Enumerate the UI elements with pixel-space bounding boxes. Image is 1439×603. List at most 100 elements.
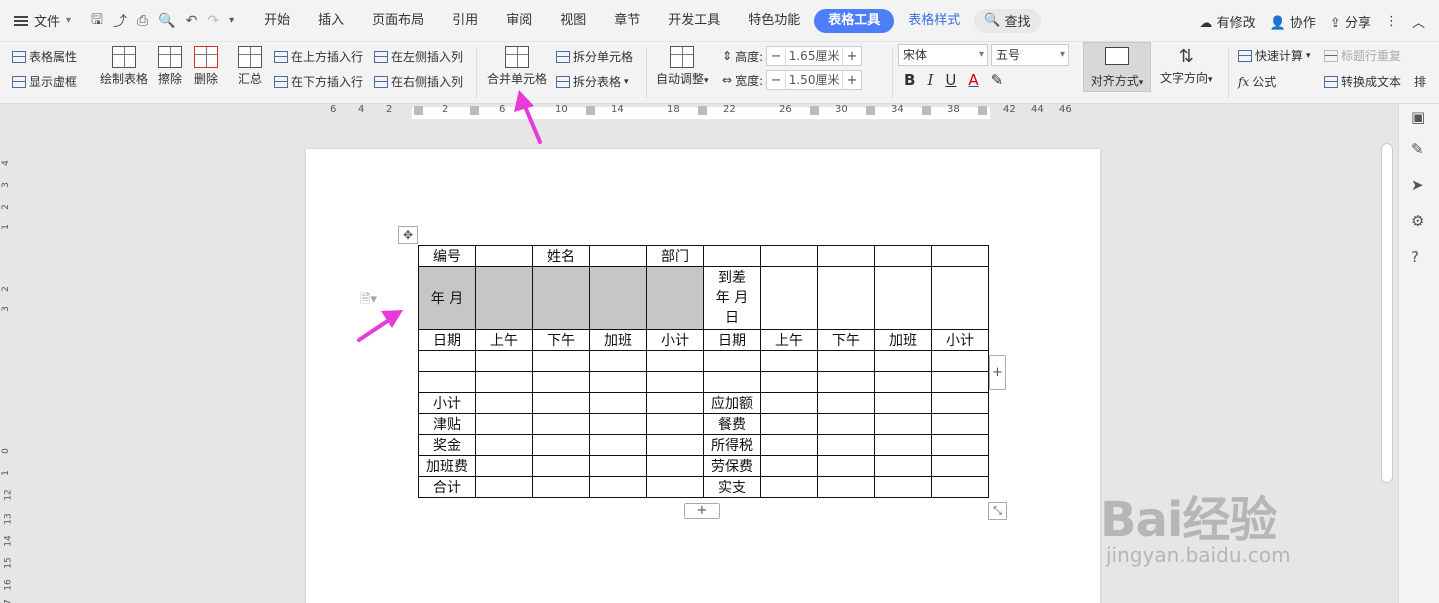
share-doc-icon[interactable]: ⤴ bbox=[113, 11, 127, 31]
table-cell[interactable] bbox=[760, 434, 818, 456]
italic-icon[interactable]: I bbox=[927, 71, 933, 89]
table-cell[interactable] bbox=[532, 266, 590, 330]
table-cell[interactable] bbox=[931, 455, 989, 477]
undo-icon[interactable]: ↶ bbox=[186, 13, 198, 29]
insert-row-above-button[interactable]: 在上方插入行 bbox=[274, 48, 363, 65]
ruler-column-marker[interactable] bbox=[698, 106, 707, 115]
table-cell[interactable] bbox=[646, 434, 704, 456]
table-cell[interactable]: 姓名 bbox=[532, 245, 590, 267]
table-cell[interactable]: 小计 bbox=[646, 329, 704, 351]
insert-row-below-button[interactable]: 在下方插入行 bbox=[274, 73, 363, 90]
table-cell[interactable] bbox=[874, 392, 932, 414]
table-cell[interactable] bbox=[874, 413, 932, 435]
delete-button[interactable]: 删除 bbox=[194, 46, 218, 87]
bold-icon[interactable]: B bbox=[904, 71, 915, 89]
plus-icon[interactable]: + bbox=[843, 73, 861, 88]
quick-calc-button[interactable]: 快速计算 ▾ bbox=[1238, 47, 1311, 64]
tab-table-style[interactable]: 表格样式 bbox=[894, 9, 974, 33]
table-cell[interactable] bbox=[817, 350, 875, 372]
tab-review[interactable]: 审阅 bbox=[492, 9, 546, 33]
table-cell[interactable] bbox=[646, 455, 704, 477]
insert-col-left-button[interactable]: 在左侧插入列 bbox=[374, 48, 463, 65]
show-gridlines-button[interactable]: 显示虚框 bbox=[12, 73, 77, 90]
salary-table[interactable]: 编号 姓名 部门年 月到差 年 月 日日期 上午 下午 加班 小计 日期 上午 下午 加班 小计 小计应… bbox=[418, 245, 989, 498]
collapse-ribbon-icon[interactable]: ︿ bbox=[1412, 12, 1425, 31]
font-size-select[interactable]: 五号 bbox=[991, 44, 1069, 66]
table-cell[interactable] bbox=[589, 371, 647, 393]
file-menu[interactable]: 文件 ▾ bbox=[0, 11, 81, 30]
table-cell[interactable] bbox=[817, 476, 875, 498]
table-cell[interactable] bbox=[532, 371, 590, 393]
text-direction-button[interactable]: ⇅ 文字方向▾ bbox=[1160, 46, 1213, 86]
tab-page-layout[interactable]: 页面布局 bbox=[358, 9, 438, 33]
table-cell[interactable] bbox=[931, 476, 989, 498]
modified-button[interactable]: ☁ 有修改 bbox=[1199, 12, 1255, 31]
ruler-column-marker[interactable] bbox=[470, 106, 479, 115]
table-cell[interactable] bbox=[931, 413, 989, 435]
page-icon[interactable]: ▣ bbox=[1411, 108, 1425, 126]
table-cell[interactable] bbox=[646, 413, 704, 435]
split-cells-button[interactable]: 拆分单元格 bbox=[556, 48, 633, 65]
table-cell[interactable]: 应加额 bbox=[703, 392, 761, 414]
table-cell[interactable] bbox=[817, 413, 875, 435]
table-cell[interactable]: 劳保费 bbox=[703, 455, 761, 477]
table-cell[interactable]: 加班 bbox=[589, 329, 647, 351]
table-cell[interactable]: 部门 bbox=[646, 245, 704, 267]
align-button[interactable]: 对齐方式▾ bbox=[1083, 42, 1151, 92]
cursor-icon[interactable]: ➤ bbox=[1411, 176, 1424, 194]
table-cell[interactable]: 实支 bbox=[703, 476, 761, 498]
tab-table-tools[interactable]: 表格工具 bbox=[814, 8, 895, 33]
settings-icon[interactable]: ⚙ bbox=[1411, 212, 1424, 230]
minus-icon[interactable]: − bbox=[767, 73, 785, 88]
tab-references[interactable]: 引用 bbox=[438, 9, 492, 33]
document-options-icon[interactable]: 🗎▾ bbox=[360, 290, 377, 312]
table-cell[interactable]: 小计 bbox=[931, 329, 989, 351]
table-resize-handle[interactable]: ⤡ bbox=[988, 502, 1007, 520]
table-cell[interactable]: 加班费 bbox=[418, 455, 476, 477]
table-cell[interactable] bbox=[589, 392, 647, 414]
table-move-handle[interactable]: ✥ bbox=[398, 226, 418, 244]
insert-col-right-button[interactable]: 在右侧插入列 bbox=[374, 73, 463, 90]
table-cell[interactable]: 下午 bbox=[817, 329, 875, 351]
table-cell[interactable] bbox=[931, 371, 989, 393]
ruler-column-marker[interactable] bbox=[978, 106, 987, 115]
minus-icon[interactable]: − bbox=[767, 49, 785, 64]
table-cell[interactable]: 上午 bbox=[760, 329, 818, 351]
table-cell[interactable] bbox=[589, 455, 647, 477]
tab-home[interactable]: 开始 bbox=[250, 9, 304, 33]
vertical-scrollbar[interactable] bbox=[1381, 143, 1393, 483]
ruler-column-marker[interactable] bbox=[414, 106, 423, 115]
table-cell[interactable] bbox=[475, 266, 533, 330]
table-cell[interactable] bbox=[760, 245, 818, 267]
ruler-column-marker[interactable] bbox=[866, 106, 875, 115]
table-cell[interactable]: 日期 bbox=[418, 329, 476, 351]
collab-button[interactable]: 👤 协作 bbox=[1270, 12, 1316, 31]
table-cell[interactable] bbox=[874, 371, 932, 393]
help-icon[interactable]: ? bbox=[1411, 248, 1419, 266]
table-cell[interactable] bbox=[418, 350, 476, 372]
more-icon[interactable]: ⋮ bbox=[1385, 14, 1398, 29]
table-cell[interactable]: 编号 bbox=[418, 245, 476, 267]
redo-icon[interactable]: ↷ bbox=[207, 13, 219, 29]
table-cell[interactable] bbox=[475, 434, 533, 456]
split-table-button[interactable]: 拆分表格 ▾ bbox=[556, 73, 629, 90]
table-cell[interactable] bbox=[532, 392, 590, 414]
table-cell[interactable] bbox=[532, 434, 590, 456]
erase-button[interactable]: 擦除 bbox=[158, 46, 182, 87]
vertical-ruler[interactable]: 43212301121314151617 bbox=[0, 122, 16, 603]
table-cell[interactable] bbox=[760, 476, 818, 498]
table-cell[interactable] bbox=[760, 350, 818, 372]
height-value[interactable]: 1.65厘米 bbox=[785, 47, 844, 65]
table-cell[interactable] bbox=[589, 434, 647, 456]
font-family-select[interactable]: 宋体 bbox=[898, 44, 988, 66]
table-cell[interactable] bbox=[817, 266, 875, 330]
table-cell[interactable] bbox=[874, 266, 932, 330]
width-value[interactable]: 1.50厘米 bbox=[785, 71, 844, 89]
auto-adjust-button[interactable]: 自动调整▾ bbox=[656, 46, 709, 87]
edit-icon[interactable]: ✎ bbox=[1411, 140, 1424, 158]
table-cell[interactable] bbox=[532, 350, 590, 372]
table-cell[interactable] bbox=[817, 392, 875, 414]
table-cell[interactable] bbox=[475, 476, 533, 498]
height-stepper[interactable]: −1.65厘米 + bbox=[766, 46, 863, 66]
table-cell[interactable] bbox=[760, 392, 818, 414]
